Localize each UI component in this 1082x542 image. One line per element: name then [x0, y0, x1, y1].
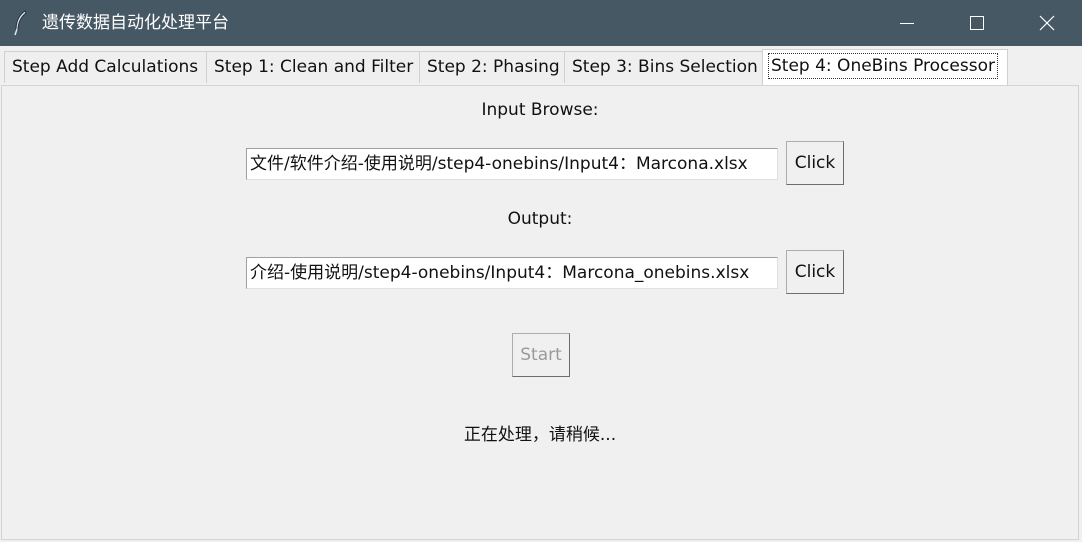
tab-strip: Step Add Calculations Step 1: Clean and … — [0, 46, 1082, 86]
tab-step-3-bins-selection[interactable]: Step 3: Bins Selection — [564, 51, 763, 83]
status-message: 正在处理，请稍候... — [463, 425, 617, 445]
feather-icon — [12, 10, 30, 36]
input-browse-label: Input Browse: — [481, 100, 599, 120]
maximize-button[interactable] — [942, 0, 1012, 46]
minimize-button[interactable] — [872, 0, 942, 46]
start-button[interactable]: Start — [512, 333, 570, 377]
input-path-field[interactable]: 文件/软件介绍-使用说明/step4-onebins/Input4：Marcon… — [246, 148, 778, 180]
tab-label: Step 4: OneBins Processor — [768, 53, 998, 79]
title-bar[interactable]: 遗传数据自动化处理平台 — [0, 0, 1082, 46]
output-label: Output: — [507, 209, 573, 229]
window-title: 遗传数据自动化处理平台 — [42, 13, 229, 33]
tab-step-2-phasing[interactable]: Step 2: Phasing — [419, 51, 565, 83]
input-browse-button[interactable]: Click — [786, 141, 844, 185]
onebins-panel: Input Browse: 文件/软件介绍-使用说明/step4-onebins… — [1, 85, 1079, 540]
tab-step-1-clean-and-filter[interactable]: Step 1: Clean and Filter — [206, 51, 420, 83]
output-path-field[interactable]: 介绍-使用说明/step4-onebins/Input4：Marcona_one… — [246, 257, 778, 289]
tab-step-add-calculations[interactable]: Step Add Calculations — [4, 51, 207, 83]
close-icon — [1039, 15, 1055, 31]
minimize-icon — [900, 23, 914, 24]
app-window: 遗传数据自动化处理平台 Step Add Calculations Step 1… — [0, 0, 1082, 542]
output-browse-button[interactable]: Click — [786, 250, 844, 294]
maximize-icon — [970, 16, 984, 30]
close-button[interactable] — [1012, 0, 1082, 46]
tab-step-4-onebins-processor[interactable]: Step 4: OneBins Processor — [762, 49, 1008, 85]
